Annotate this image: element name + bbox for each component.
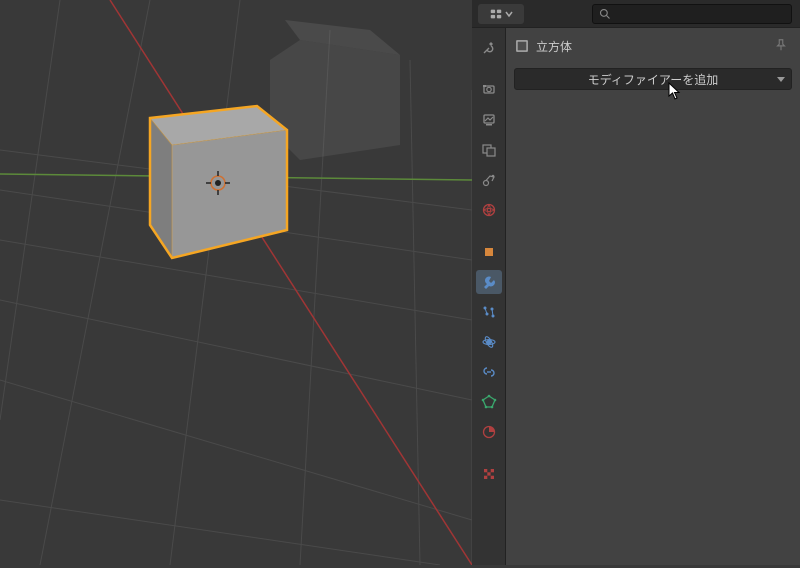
- tab-modifiers[interactable]: [476, 270, 502, 294]
- viewport-scene: [0, 0, 472, 565]
- mesh-icon: [514, 38, 530, 54]
- editor-type-selector[interactable]: [478, 4, 524, 24]
- tab-world[interactable]: [476, 198, 502, 222]
- pin-button[interactable]: [772, 36, 790, 54]
- tab-view-layer[interactable]: [476, 138, 502, 162]
- properties-panel: 立方体 モディファイアーを追加: [472, 0, 800, 565]
- pin-icon: [774, 38, 788, 52]
- breadcrumb-object-name: 立方体: [536, 38, 572, 55]
- tab-material[interactable]: [476, 420, 502, 444]
- breadcrumb: 立方体: [514, 34, 792, 58]
- tab-output[interactable]: [476, 108, 502, 132]
- tab-mesh[interactable]: [476, 390, 502, 414]
- tab-scene[interactable]: [476, 168, 502, 192]
- search-icon: [599, 8, 611, 20]
- properties-icon: [489, 7, 503, 21]
- tab-tool[interactable]: [476, 36, 502, 60]
- tab-render[interactable]: [476, 78, 502, 102]
- add-modifier-label: モディファイアーを追加: [588, 71, 718, 88]
- panel-header: [472, 0, 800, 28]
- chevron-down-icon: [505, 10, 513, 18]
- add-modifier-dropdown[interactable]: モディファイアーを追加: [514, 68, 792, 90]
- tab-texture[interactable]: [476, 462, 502, 486]
- properties-tabs: [472, 28, 506, 565]
- cube-shadow: [270, 20, 400, 160]
- tab-physics[interactable]: [476, 330, 502, 354]
- tab-constraints[interactable]: [476, 360, 502, 384]
- mouse-cursor: [668, 82, 682, 100]
- viewport-3d[interactable]: [0, 0, 472, 565]
- search-input[interactable]: [592, 4, 792, 24]
- properties-content: 立方体 モディファイアーを追加: [506, 28, 800, 565]
- tab-particles[interactable]: [476, 300, 502, 324]
- tab-object[interactable]: [476, 240, 502, 264]
